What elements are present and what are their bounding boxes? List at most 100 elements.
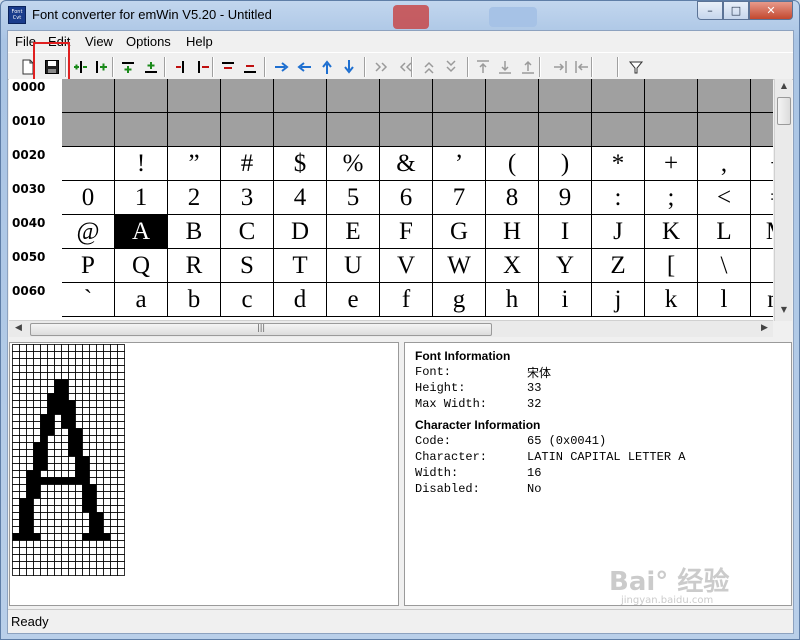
glyph-pixel-off[interactable] [54, 568, 62, 576]
glyph-pixel-off[interactable] [19, 435, 27, 443]
glyph-pixel-off[interactable] [82, 519, 90, 527]
glyph-pixel-off[interactable] [82, 449, 90, 457]
char-cell[interactable]: ( [486, 147, 539, 181]
glyph-pixel-on[interactable] [47, 414, 55, 422]
glyph-pixel-off[interactable] [26, 358, 34, 366]
glyph-pixel-off[interactable] [89, 561, 97, 569]
glyph-pixel-off[interactable] [61, 519, 69, 527]
char-cell[interactable]: g [433, 283, 486, 317]
char-cell[interactable]: \ [698, 249, 751, 283]
glyph-pixel-off[interactable] [96, 372, 104, 380]
glyph-pixel-on[interactable] [26, 470, 34, 478]
glyph-pixel-off[interactable] [103, 568, 111, 576]
glyph-pixel-off[interactable] [110, 386, 118, 394]
glyph-pixel-on[interactable] [75, 435, 83, 443]
align-top-button[interactable] [472, 56, 494, 78]
glyph-pixel-on[interactable] [26, 477, 34, 485]
glyph-pixel-off[interactable] [103, 463, 111, 471]
glyph-pixel-off[interactable] [82, 365, 90, 373]
glyph-pixel-off[interactable] [75, 484, 83, 492]
glyph-pixel-off[interactable] [40, 358, 48, 366]
glyph-pixel-off[interactable] [40, 540, 48, 548]
glyph-pixel-off[interactable] [40, 547, 48, 555]
glyph-pixel-off[interactable] [12, 456, 20, 464]
char-cell[interactable] [62, 147, 115, 181]
glyph-pixel-off[interactable] [96, 414, 104, 422]
glyph-pixel-off[interactable] [61, 554, 69, 562]
glyph-pixel-on[interactable] [82, 491, 90, 499]
glyph-pixel-off[interactable] [40, 400, 48, 408]
glyph-pixel-off[interactable] [19, 491, 27, 499]
glyph-pixel-off[interactable] [117, 344, 125, 352]
char-cell[interactable]: X [486, 249, 539, 283]
glyph-pixel-on[interactable] [54, 407, 62, 415]
glyph-pixel-off[interactable] [96, 351, 104, 359]
char-cell[interactable] [751, 113, 773, 147]
glyph-pixel-off[interactable] [33, 526, 41, 534]
glyph-pixel-off[interactable] [26, 428, 34, 436]
glyph-pixel-off[interactable] [96, 344, 104, 352]
glyph-pixel-off[interactable] [26, 463, 34, 471]
char-cell[interactable]: , [698, 147, 751, 181]
glyph-pixel-off[interactable] [89, 568, 97, 576]
glyph-pixel-off[interactable] [26, 372, 34, 380]
glyph-pixel-off[interactable] [61, 344, 69, 352]
glyph-pixel-on[interactable] [82, 505, 90, 513]
glyph-pixel-off[interactable] [110, 393, 118, 401]
glyph-pixel-off[interactable] [54, 498, 62, 506]
glyph-pixel-off[interactable] [89, 470, 97, 478]
glyph-pixel-off[interactable] [61, 435, 69, 443]
glyph-pixel-on[interactable] [40, 428, 48, 436]
glyph-pixel-off[interactable] [103, 428, 111, 436]
glyph-pixel-off[interactable] [61, 561, 69, 569]
glyph-pixel-off[interactable] [96, 449, 104, 457]
glyph-pixel-off[interactable] [54, 344, 62, 352]
glyph-pixel-off[interactable] [12, 547, 20, 555]
glyph-pixel-off[interactable] [96, 484, 104, 492]
glyph-pixel-off[interactable] [54, 442, 62, 450]
char-cell[interactable] [168, 79, 221, 113]
glyph-pixel-off[interactable] [110, 442, 118, 450]
glyph-pixel-off[interactable] [19, 372, 27, 380]
glyph-pixel-off[interactable] [103, 505, 111, 513]
glyph-pixel-off[interactable] [47, 519, 55, 527]
glyph-pixel-on[interactable] [54, 393, 62, 401]
glyph-pixel-off[interactable] [61, 533, 69, 541]
glyph-pixel-off[interactable] [96, 547, 104, 555]
glyph-pixel-on[interactable] [47, 421, 55, 429]
char-cell[interactable] [62, 113, 115, 147]
char-cell[interactable]: ! [115, 147, 168, 181]
glyph-pixel-on[interactable] [26, 505, 34, 513]
glyph-pixel-off[interactable] [26, 407, 34, 415]
glyph-pixel-on[interactable] [75, 463, 83, 471]
glyph-pixel-off[interactable] [40, 365, 48, 373]
glyph-pixel-off[interactable] [75, 568, 83, 576]
char-cell[interactable]: A [115, 215, 168, 249]
glyph-pixel-off[interactable] [110, 568, 118, 576]
glyph-pixel-off[interactable] [96, 561, 104, 569]
char-cell[interactable]: 8 [486, 181, 539, 215]
glyph-pixel-off[interactable] [26, 400, 34, 408]
glyph-pixel-off[interactable] [75, 344, 83, 352]
glyph-pixel-off[interactable] [54, 484, 62, 492]
glyph-pixel-off[interactable] [26, 540, 34, 548]
glyph-pixel-off[interactable] [33, 414, 41, 422]
glyph-pixel-on[interactable] [68, 428, 76, 436]
glyph-pixel-off[interactable] [75, 386, 83, 394]
scroll-down-icon[interactable]: ▼ [778, 305, 790, 317]
glyph-pixel-off[interactable] [82, 547, 90, 555]
glyph-pixel-off[interactable] [26, 456, 34, 464]
glyph-pixel-off[interactable] [47, 498, 55, 506]
glyph-pixel-off[interactable] [68, 519, 76, 527]
glyph-pixel-off[interactable] [89, 554, 97, 562]
glyph-pixel-on[interactable] [96, 526, 104, 534]
glyph-pixel-off[interactable] [54, 351, 62, 359]
glyph-pixel-off[interactable] [40, 526, 48, 534]
glyph-pixel-off[interactable] [40, 386, 48, 394]
glyph-pixel-off[interactable] [61, 351, 69, 359]
glyph-pixel-off[interactable] [40, 568, 48, 576]
glyph-pixel-on[interactable] [47, 477, 55, 485]
char-cell[interactable]: T [274, 249, 327, 283]
glyph-pixel-on[interactable] [75, 449, 83, 457]
glyph-pixel-off[interactable] [110, 456, 118, 464]
